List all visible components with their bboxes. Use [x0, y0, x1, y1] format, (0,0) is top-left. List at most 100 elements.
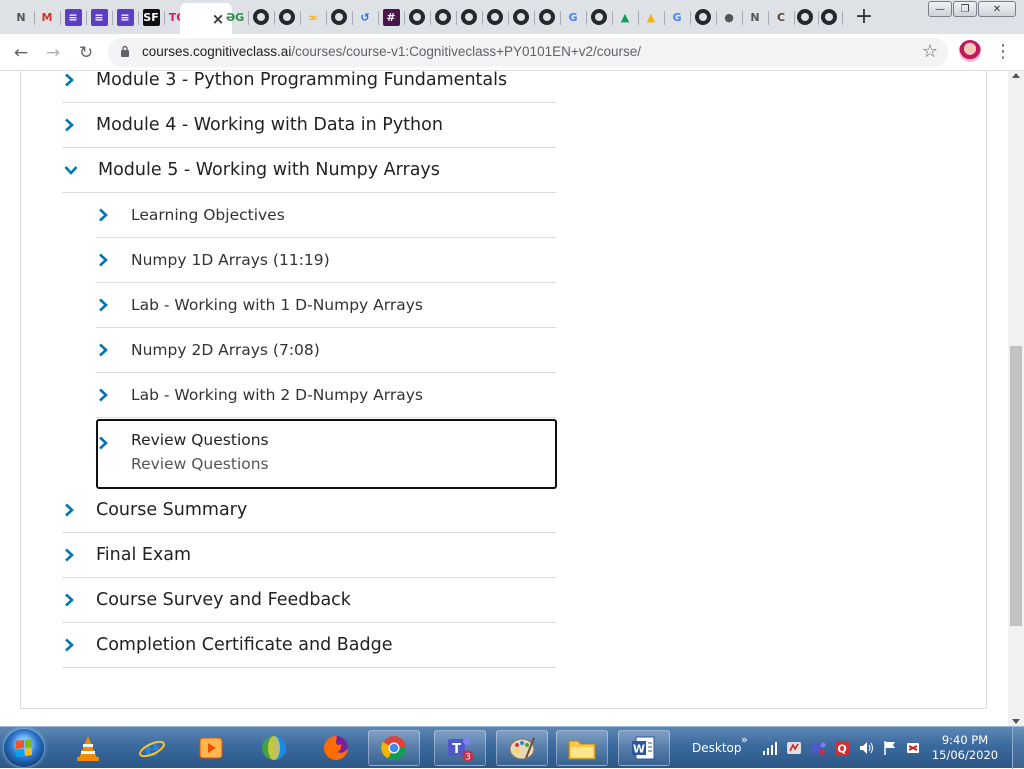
word-taskbar-button[interactable]: W [618, 730, 670, 766]
history-tab[interactable]: ↺ [352, 4, 379, 30]
github-tab-8[interactable] [508, 4, 535, 30]
volume-icon[interactable] [858, 740, 874, 756]
module-row[interactable]: Module 3 - Python Programming Fundamenta… [62, 71, 556, 103]
subsection-row[interactable]: Lab - Working with 2 D-Numpy Arrays [96, 373, 556, 418]
back-arrow-icon[interactable]: ← [10, 42, 32, 64]
desktop-toolbar-label[interactable]: Desktop [692, 741, 742, 755]
paint-taskbar-button[interactable] [496, 730, 548, 766]
list-tab-1[interactable]: ≡ [60, 4, 87, 30]
outline-item-label: Course Summary [96, 500, 248, 520]
power-tray-icon[interactable] [905, 740, 921, 756]
slack-tab[interactable]: # [378, 4, 405, 30]
bookmark-star-icon[interactable]: ☆ [922, 41, 938, 62]
action-center-flag-icon[interactable] [882, 740, 898, 756]
scrollbar-thumb[interactable] [1010, 346, 1022, 626]
google-tab-1[interactable]: G [560, 4, 587, 30]
github-tab-3[interactable] [326, 4, 353, 30]
github-tab-2[interactable] [274, 4, 301, 30]
list-tab-3[interactable]: ≡ [112, 4, 139, 30]
menu-kebab-icon[interactable]: ⋮ [994, 41, 1012, 62]
gmail-tab[interactable]: M [34, 4, 61, 30]
media-player-taskbar-button[interactable] [185, 730, 237, 766]
scroll-down-arrow-icon[interactable] [1012, 719, 1020, 724]
focused-subsection-row[interactable]: Review Questions Review Questions [96, 419, 557, 489]
page-content: Module 3 - Python Programming Fundamenta… [0, 71, 1008, 726]
toolbar-overflow-icon[interactable]: » [741, 733, 748, 746]
expanded-module-row[interactable]: Module 5 - Working with Numpy Arrays [62, 148, 556, 193]
browser-toolbar: ← → ↻ courses.cognitiveclass.ai/courses/… [0, 34, 1024, 71]
new-tab-button[interactable]: + [852, 5, 876, 29]
module-row[interactable]: Final Exam [62, 533, 556, 578]
close-window-button[interactable]: ✕ [978, 1, 1016, 17]
github-tab-6[interactable] [456, 4, 483, 30]
outline-item-label: Final Exam [96, 545, 192, 565]
minimize-button[interactable]: — [928, 1, 952, 17]
tab-favicon-icon: ƏG [225, 10, 245, 24]
sf-tab[interactable]: SF [138, 4, 165, 30]
tray-app-icon[interactable] [786, 740, 802, 756]
network-signal-icon[interactable] [762, 740, 778, 756]
chevron-right-icon [99, 298, 108, 312]
notion-tab-2[interactable]: N [742, 4, 769, 30]
github-tab-13[interactable] [816, 4, 843, 30]
github-tab-9[interactable] [534, 4, 561, 30]
outline-item-label: Learning Objectives [131, 206, 285, 224]
scroll-up-arrow-icon[interactable] [1012, 73, 1020, 78]
chevron-right-icon [99, 343, 108, 357]
vlc-taskbar-button[interactable] [62, 730, 114, 766]
paint-palette-icon [509, 737, 535, 760]
vertical-scrollbar[interactable] [1008, 71, 1024, 726]
ie-taskbar-button[interactable]: e [126, 730, 178, 766]
teams-tray-icon[interactable] [810, 740, 826, 756]
github-tab-7[interactable] [482, 4, 509, 30]
github-tab-12[interactable] [792, 4, 819, 30]
system-clock[interactable]: 9:40 PM 15/06/2020 [930, 733, 1000, 763]
windows-taskbar: e T3 W Desktop » Q 9:40 PM 15/06/2020 [0, 726, 1024, 769]
github-tab-1[interactable] [248, 4, 275, 30]
chrome-taskbar-button[interactable] [368, 730, 420, 766]
globe-tab[interactable]: ● [716, 4, 743, 30]
github-tab-11[interactable] [690, 4, 717, 30]
tab-favicon-icon: ▲ [620, 10, 630, 24]
restore-button[interactable]: ❐ [953, 1, 977, 17]
chevron-right-icon [65, 503, 74, 517]
svg-text:W: W [633, 743, 645, 756]
module-row[interactable]: Completion Certificate and Badge [62, 623, 556, 668]
tab-favicon-icon: C [776, 10, 786, 24]
start-button[interactable] [4, 729, 44, 767]
github-tab-4[interactable] [404, 4, 431, 30]
codechef-tab[interactable]: C [768, 4, 795, 30]
quick-heal-icon[interactable]: Q [834, 740, 850, 756]
github-tab-5[interactable] [430, 4, 457, 30]
module-row[interactable]: Course Survey and Feedback [62, 578, 556, 623]
drive-tab-2[interactable]: ▲ [638, 4, 665, 30]
subsection-row[interactable]: Numpy 1D Arrays (11:19) [96, 238, 556, 283]
forward-arrow-icon[interactable]: → [42, 42, 64, 64]
tab-favicon-icon: ▲ [646, 10, 656, 24]
globe-app-taskbar-button[interactable] [248, 730, 300, 766]
colab-tab[interactable]: ∞ [300, 4, 327, 30]
firefox-taskbar-button[interactable] [310, 730, 362, 766]
subsection-row[interactable]: Lab - Working with 1 D-Numpy Arrays [96, 283, 556, 328]
outline-item-label: Module 3 - Python Programming Fundamenta… [96, 71, 508, 90]
subsection-row[interactable]: Learning Objectives [96, 193, 556, 238]
google-tab-2[interactable]: G [664, 4, 691, 30]
address-bar[interactable]: courses.cognitiveclass.ai/courses/course… [108, 38, 948, 67]
drive-tab-1[interactable]: ▲ [612, 4, 639, 30]
github-icon [409, 9, 425, 25]
url-host: courses.cognitiveclass.ai [142, 44, 292, 59]
explorer-taskbar-button[interactable] [556, 730, 608, 766]
module-row[interactable]: Course Summary [62, 488, 556, 533]
outline-item-label: Completion Certificate and Badge [96, 635, 393, 655]
github-icon [539, 9, 555, 25]
gfg-tab[interactable]: ƏG [222, 4, 249, 30]
notion-tab[interactable]: N [8, 4, 35, 30]
subsection-row[interactable]: Numpy 2D Arrays (7:08) [96, 328, 556, 373]
teams-taskbar-button[interactable]: T3 [434, 730, 486, 766]
list-tab-2[interactable]: ≡ [86, 4, 113, 30]
reload-icon[interactable]: ↻ [75, 42, 97, 64]
show-desktop-button[interactable] [1012, 727, 1024, 769]
module-row[interactable]: Module 4 - Working with Data in Python [62, 103, 556, 148]
profile-avatar[interactable] [959, 40, 981, 62]
github-tab-10[interactable] [586, 4, 613, 30]
